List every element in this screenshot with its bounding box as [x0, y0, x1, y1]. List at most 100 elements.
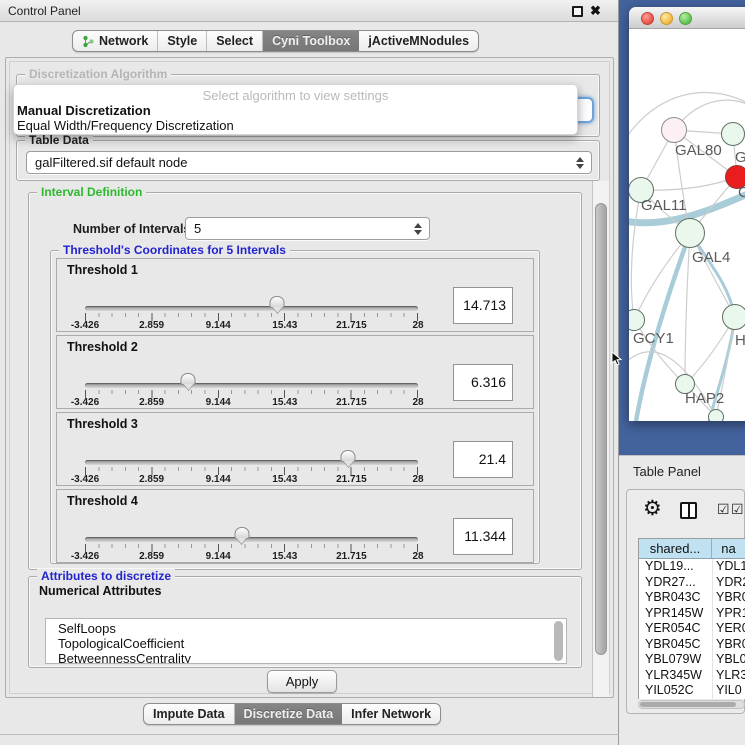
table-row[interactable]: YLR345WYLR3 — [639, 668, 745, 684]
zoom-traffic-light-icon[interactable] — [679, 12, 692, 25]
node-label-partial: C — [738, 184, 745, 201]
tick-label: 28 — [412, 474, 423, 485]
table-cell[interactable]: YLR345W — [639, 668, 712, 684]
table-cell[interactable]: YBR0 — [712, 590, 745, 606]
tick-label: -3.426 — [71, 551, 99, 562]
close-icon[interactable]: ✖ — [590, 3, 601, 19]
table-cell[interactable]: YPR1 — [712, 606, 745, 622]
table-row[interactable]: YER054CYER0 — [639, 621, 745, 637]
table-cell[interactable]: YBL079W — [639, 652, 712, 668]
network-node[interactable] — [722, 304, 745, 330]
tick-label: 2.859 — [139, 397, 164, 408]
num-intervals-spinner[interactable]: 5 — [185, 217, 430, 240]
table-cell[interactable]: YBL0 — [712, 652, 745, 668]
node-label-partial: H — [735, 332, 745, 349]
network-window-titlebar[interactable] — [629, 7, 745, 29]
threshold-slider[interactable]: -3.4262.8599.14415.4321.71528 — [85, 259, 418, 333]
network-node[interactable] — [721, 122, 745, 146]
table-row[interactable]: YIL052CYIL0 — [639, 683, 745, 699]
columns-icon[interactable] — [680, 502, 697, 519]
tab-label: Infer Network — [351, 707, 431, 721]
slider-tick-labels: -3.4262.8599.14415.4321.71528 — [85, 551, 418, 563]
table-data-combobox[interactable]: galFiltered.sif default node — [26, 151, 592, 174]
attribute-item[interactable]: SelfLoops — [46, 621, 566, 636]
table-cell[interactable]: YIL0 — [712, 683, 745, 699]
table-cell[interactable]: YBR045C — [639, 637, 712, 653]
table-cell[interactable]: YDR2 — [712, 575, 745, 591]
attribute-item[interactable]: BetweennessCentrality — [46, 651, 566, 664]
table-row[interactable]: YBR045CYBR0 — [639, 637, 745, 653]
threshold-value-field[interactable]: 14.713 — [453, 287, 513, 324]
slider-track[interactable] — [85, 306, 418, 311]
table-row[interactable]: YDR27...YDR2 — [639, 575, 745, 591]
column-header[interactable]: shared... — [639, 539, 712, 559]
list-scrollbar-thumb[interactable] — [554, 621, 563, 661]
attribute-item[interactable]: TopologicalCoefficient — [46, 636, 566, 651]
network-node[interactable] — [675, 218, 705, 248]
slider-thumb[interactable] — [270, 296, 285, 308]
numerical-attributes-list[interactable]: SelfLoopsTopologicalCoefficientBetweenne… — [45, 618, 567, 664]
threshold-slider[interactable]: -3.4262.8599.14415.4321.71528 — [85, 413, 418, 487]
tick-label: 9.144 — [206, 551, 231, 562]
slider-track[interactable] — [85, 460, 418, 465]
slider-track[interactable] — [85, 537, 418, 542]
tick-label: 2.859 — [139, 551, 164, 562]
slider-track[interactable] — [85, 383, 418, 388]
table-cell[interactable]: YLR3 — [712, 668, 745, 684]
network-node[interactable] — [708, 409, 724, 421]
tick-label: 21.715 — [336, 551, 367, 562]
tab-network[interactable]: Network — [73, 31, 158, 51]
panel-scrollbar-track[interactable] — [592, 181, 609, 697]
control-panel-titlebar[interactable]: Control Panel ✖ — [0, 0, 618, 22]
tab-jactivemnodules[interactable]: jActiveMNodules — [359, 31, 478, 51]
table-cell[interactable]: YDL19... — [639, 559, 712, 575]
algorithm-option-manual[interactable]: Manual Discretization — [17, 103, 151, 118]
panel-scrollbar-thumb[interactable] — [595, 203, 607, 655]
tab-infer-network[interactable]: Infer Network — [342, 704, 440, 724]
table-hscrollbar[interactable] — [638, 700, 745, 709]
algorithm-option-equal-width[interactable]: Equal Width/Frequency Discretization — [17, 118, 234, 133]
slider-thumb[interactable] — [181, 373, 196, 385]
table-cell[interactable]: YBR043C — [639, 590, 712, 606]
close-traffic-light-icon[interactable] — [641, 12, 654, 25]
tab-style[interactable]: Style — [158, 31, 207, 51]
tab-impute-data[interactable]: Impute Data — [144, 704, 235, 724]
minimize-traffic-light-icon[interactable] — [660, 12, 673, 25]
bottom-tab-bar: Impute Data Discretize Data Infer Networ… — [143, 703, 441, 725]
table-cell[interactable]: YPR145W — [639, 606, 712, 622]
table-cell[interactable]: YER0 — [712, 621, 745, 637]
threshold-value-field[interactable]: 11.344 — [453, 518, 513, 555]
apply-button[interactable]: Apply — [267, 670, 337, 693]
table-cell[interactable]: YER054C — [639, 621, 712, 637]
slider-tick-labels: -3.4262.8599.14415.4321.71528 — [85, 320, 418, 332]
tab-discretize-data[interactable]: Discretize Data — [235, 704, 343, 724]
network-view-window[interactable]: GAL80 GAL11 GAL4 GCY1 HAP2 G C H — [629, 7, 745, 421]
table-cell[interactable]: YIL052C — [639, 683, 712, 699]
table-hscrollbar-thumb[interactable] — [640, 702, 736, 707]
threshold-value-field[interactable]: 6.316 — [453, 364, 513, 401]
tab-label: Select — [216, 34, 253, 48]
slider-thumb[interactable] — [341, 450, 356, 462]
network-canvas[interactable]: GAL80 GAL11 GAL4 GCY1 HAP2 G C H — [629, 29, 745, 421]
column-header[interactable]: na — [712, 539, 745, 559]
slider-thumb[interactable] — [234, 527, 249, 539]
table-header-row: shared... na — [639, 539, 745, 559]
threshold-slider[interactable]: -3.4262.8599.14415.4321.71528 — [85, 336, 418, 410]
checkbox-icon[interactable]: ☑ — [717, 502, 730, 516]
table-row[interactable]: YBR043CYBR0 — [639, 590, 745, 606]
table-cell[interactable]: YBR0 — [712, 637, 745, 653]
table-cell[interactable]: YDR27... — [639, 575, 712, 591]
checkbox-icon[interactable]: ☑ — [731, 502, 744, 516]
table-row[interactable]: YDL19...YDL1 — [639, 559, 745, 575]
network-node[interactable] — [661, 117, 687, 143]
threshold-value-field[interactable]: 21.4 — [453, 441, 513, 478]
table-row[interactable]: YBL079WYBL0 — [639, 652, 745, 668]
tab-cyni-toolbox[interactable]: Cyni Toolbox — [263, 31, 359, 51]
gear-icon[interactable]: ⚙ — [643, 496, 662, 521]
table-row[interactable]: YPR145WYPR1 — [639, 606, 745, 622]
tab-select[interactable]: Select — [207, 31, 263, 51]
float-icon[interactable] — [572, 6, 583, 17]
table-cell[interactable]: YDL1 — [712, 559, 745, 575]
algorithm-prompt: Select algorithm to view settings — [14, 88, 577, 103]
threshold-slider[interactable]: -3.4262.8599.14415.4321.71528 — [85, 490, 418, 564]
